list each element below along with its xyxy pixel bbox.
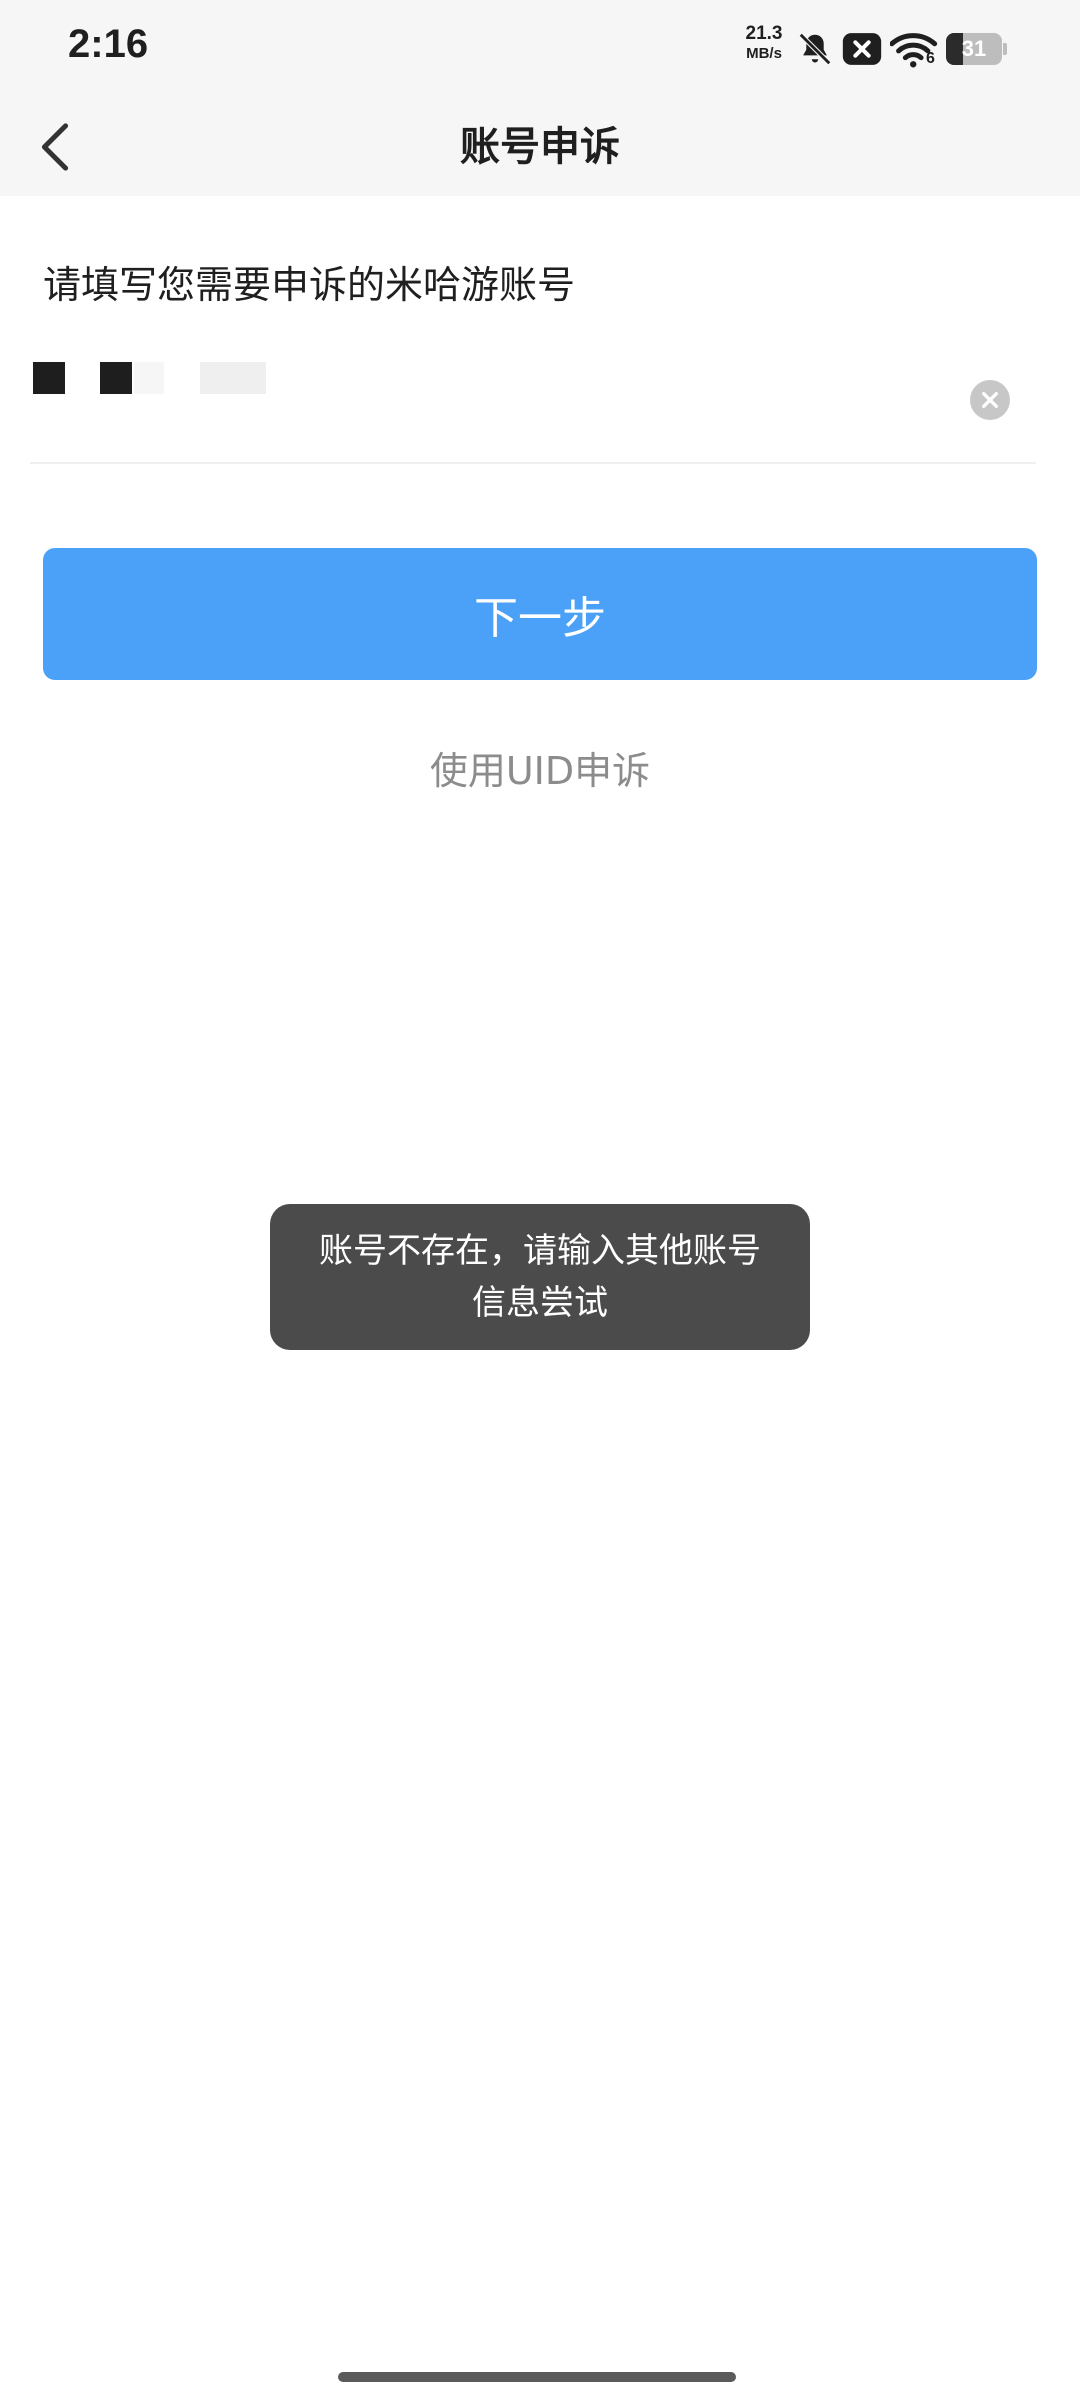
wifi-icon: 6 xyxy=(889,32,940,72)
wifi-label: 6 xyxy=(926,50,935,67)
battery-tip xyxy=(1003,43,1007,55)
next-step-button[interactable]: 下一步 xyxy=(43,548,1037,680)
clear-icon xyxy=(982,392,998,408)
masked-character xyxy=(200,362,266,394)
form-prompt: 请填写您需要申诉的米哈游账号 xyxy=(43,263,576,307)
account-appeal-screen: 2:16 21.3 MB/s 6 31 账号申诉 请填写您需要申诉的米哈游账号 … xyxy=(0,0,1080,2400)
bell-off-icon xyxy=(796,30,834,72)
battery-level: 31 xyxy=(961,36,987,61)
network-speed-value: 21.3 xyxy=(745,23,783,44)
nav-bar: 账号申诉 xyxy=(0,98,1080,196)
back-arrow-icon xyxy=(41,123,69,171)
account-input[interactable] xyxy=(30,352,1036,464)
page-title: 账号申诉 xyxy=(460,124,620,170)
network-speed-unit: MB/s xyxy=(746,45,782,62)
clear-input-button[interactable] xyxy=(970,380,1010,420)
use-uid-appeal-link[interactable]: 使用UID申诉 xyxy=(0,740,1080,795)
home-indicator[interactable] xyxy=(338,2372,736,2382)
close-box-icon xyxy=(842,32,882,70)
network-speed: 21.3 MB/s xyxy=(738,24,790,64)
status-bar: 2:16 21.3 MB/s 6 31 xyxy=(0,0,1080,98)
battery-body: 31 xyxy=(946,33,1002,65)
battery-icon: 31 xyxy=(946,33,1007,65)
back-button[interactable] xyxy=(20,112,90,182)
toast-message: 账号不存在，请输入其他账号信息尝试 xyxy=(270,1204,810,1350)
masked-character xyxy=(134,362,164,394)
status-time: 2:16 xyxy=(68,22,149,66)
masked-character xyxy=(33,362,65,394)
masked-character xyxy=(100,362,132,394)
